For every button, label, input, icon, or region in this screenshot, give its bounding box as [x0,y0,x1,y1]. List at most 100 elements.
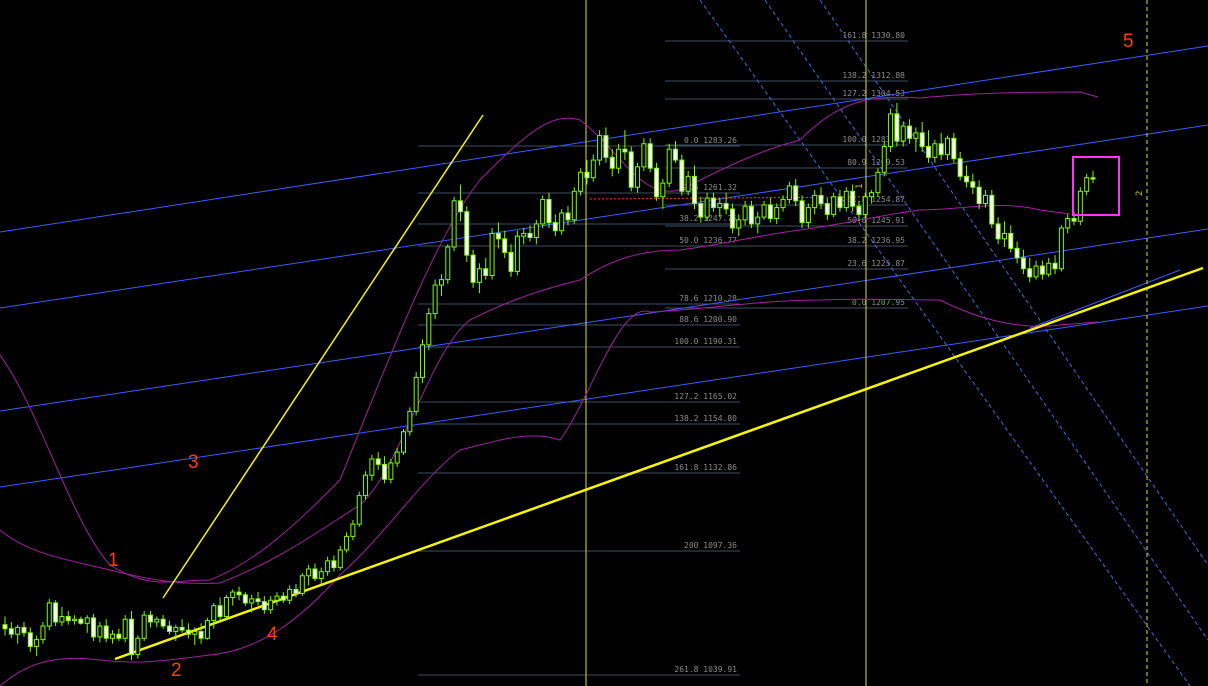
candle-body-bear [799,200,805,224]
candle-body-bear [185,629,191,635]
candle-body-bear [976,186,982,205]
candle [679,154,685,196]
candle-body-bear [837,196,843,209]
candle [843,187,849,212]
candle-body-bull [881,145,887,173]
candle-body-bull [869,192,875,198]
candle-body-bear [1008,232,1014,249]
candle-body-bear [1014,247,1020,259]
candle-body-bull [666,148,672,184]
candle [419,339,425,383]
candle-body-bear [255,598,261,603]
candle [413,371,419,416]
candle-body-bull [363,474,369,497]
candle [831,192,837,218]
candle-body-bull [888,113,894,147]
candle-body-bull [344,535,350,551]
candle-body-bear [628,151,634,188]
fib-left-label: 127.2 1165.02 [674,392,737,401]
candle-body-bear [552,222,558,232]
candle-body-bear [508,251,514,272]
candle-body-bear [312,568,318,579]
candle-body-bull [831,196,837,215]
candle-body-bull [761,204,767,218]
candle-body-bull [97,625,103,638]
candle-body-bear [483,268,489,277]
candle-body-bear [129,618,135,656]
candle-body-bull [1001,232,1007,240]
fib-left-label: 100.0 1190.31 [674,337,737,346]
candle [426,308,432,351]
candle-body-bear [331,560,337,569]
fib-right-label: 161.8 1330.80 [842,31,905,40]
fib-right-label: 61.8 1254.87 [847,195,905,204]
candle [363,471,369,500]
fib-left-label: 161.8 1132.86 [674,463,737,472]
candle-body-bear [723,203,729,210]
candle-body-bull [1046,262,1052,275]
candle-body-bull [154,618,160,623]
candle [514,230,520,276]
fib-left-label: 200 1097.36 [684,541,737,550]
candle-body-bull [521,232,527,237]
candle-body-bull [223,597,229,618]
candle-body-bull [1077,190,1083,222]
candle-body-bull [204,620,210,639]
candle-body-bull [1084,177,1090,192]
candle-body-bull [432,284,438,315]
candle-body-bull [900,125,906,142]
candle-body-bear [546,198,552,224]
candle-body-bull [660,182,666,198]
candle-body-bull [401,431,407,453]
candle-body-bull [438,279,444,286]
candle-body-bear [970,181,976,188]
candle [597,130,603,166]
candle-body-bear [818,194,824,205]
candle-body-bull [141,614,147,639]
price-chart[interactable]: 0.0 1283.2623.6 1261.3238.2 1247.7550.0 … [0,0,1208,686]
candle-body-bear [116,633,122,639]
candle-body-bear [951,137,957,160]
candle-body-bull [249,598,255,604]
candle-body-bear [919,132,925,147]
candle-body-bull [40,625,46,641]
candle-body-bull [356,495,362,525]
candle-body-bull [875,171,881,194]
candle [204,617,210,640]
fib-right-label: 138.2 1312.88 [842,71,905,80]
candle-body-bull [571,190,577,221]
candle-body-bear [1039,265,1045,275]
candle-body-bull [780,198,786,209]
candle [299,573,305,597]
candle [464,206,470,262]
candle-body-bull [932,143,938,158]
candle-body-bear [261,601,267,611]
candle-body-bear [698,203,704,218]
candle-body-bull [173,626,179,632]
candle-body-bull [325,560,331,573]
candle-body-bull [755,216,761,225]
candle-body-bull [704,197,710,218]
candle [407,407,413,436]
candle-body-bear [647,143,653,169]
candle [647,138,653,173]
candle [1058,225,1064,272]
candle [875,168,881,197]
candle-body-bear [748,205,754,225]
candle-body-bull [641,143,647,168]
candle-body-bull [843,190,849,209]
candle-body-bull [122,618,128,639]
candle [881,141,887,177]
wave-label: 4 [267,624,278,645]
candle-body-bull [15,626,21,635]
candle-body-bull [533,223,539,238]
candle-body-bull [306,568,312,577]
candle-body-bull [299,575,305,594]
candle-body-bull [337,549,343,569]
candle-body-bear [179,626,185,631]
fib-right-label: 38.2 1236.95 [847,236,905,245]
candle-body-bull [742,205,748,221]
fib-left-label: 0.0 1283.26 [684,136,737,145]
candle-body-bear [710,197,716,209]
candle-body-bull [559,212,565,232]
